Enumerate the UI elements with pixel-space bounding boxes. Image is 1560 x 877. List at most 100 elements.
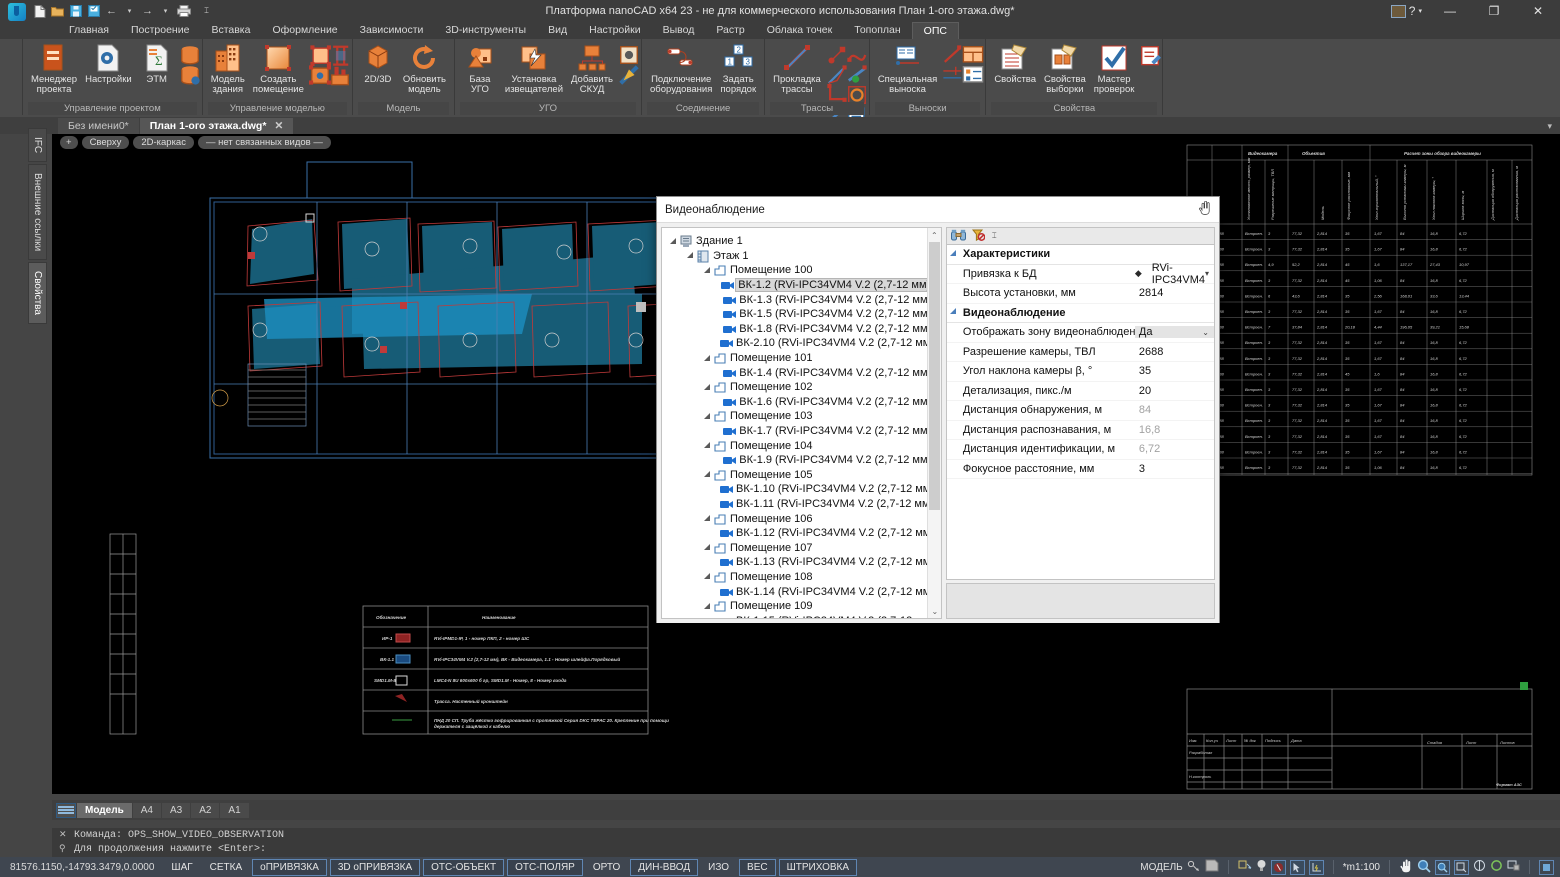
no-filter-icon[interactable] xyxy=(971,229,985,244)
equipment-tree-pane[interactable]: Здание 1Этаж 1Помещение 100ВК-1.2 (RVi-I… xyxy=(661,227,942,619)
room-point-icon[interactable] xyxy=(309,64,326,81)
ribbon-tab-7[interactable]: Настройки xyxy=(578,22,652,39)
tree-expander-icon[interactable] xyxy=(668,238,679,245)
save-as-icon[interactable] xyxy=(86,4,101,19)
tree-item-camera[interactable]: ВК-1.8 (RVi-IPC34VM4 V.2 (2,7-12 мм)) xyxy=(668,322,937,337)
tree-expander-icon[interactable] xyxy=(702,384,713,391)
property-group-expander-icon[interactable] xyxy=(947,308,961,317)
tree-item-camera[interactable]: ВК-1.12 (RVi-IPC34VM4 V.2 (2,7-12 мм)) xyxy=(668,526,937,541)
scroll-down-icon[interactable]: ⌄ xyxy=(928,604,942,618)
tree-item-node[interactable]: Помещение 108 xyxy=(668,570,937,585)
database-icon[interactable] xyxy=(179,44,196,61)
status-toggle-отс-поляр[interactable]: ОТС-ПОЛЯР xyxy=(507,859,583,876)
viewport-view-button[interactable]: Сверху xyxy=(82,136,130,149)
tree-item-camera[interactable]: ВК-1.6 (RVi-IPC34VM4 V.2 (2,7-12 мм)) xyxy=(668,395,937,410)
ribbon-button-create-room[interactable]: Создатьпомещение xyxy=(250,42,307,96)
edit-props-icon[interactable] xyxy=(1139,44,1156,61)
tree-expander-icon[interactable] xyxy=(702,573,713,580)
ribbon-button-special-callout[interactable]: Специальнаявыноска xyxy=(875,42,941,96)
toolbar-more-icon[interactable]: ⌶ xyxy=(992,231,997,241)
ribbon-tab-bar[interactable]: ГлавнаяПостроениеВставкаОформлениеЗависи… xyxy=(0,22,1560,39)
qat-more-icon[interactable]: ⌶ xyxy=(199,4,214,19)
ribbon-button-ugo-base[interactable]: БазаУГО xyxy=(460,42,500,96)
property-row[interactable]: Угол наклона камеры β, °35 xyxy=(947,362,1214,382)
properties-grid[interactable]: ХарактеристикиПривязка к БД◆RVi-IPC34VM4… xyxy=(946,244,1215,580)
database-blue-icon[interactable] xyxy=(179,64,196,81)
dock-tab-внешние-ссылки[interactable]: Внешние ссылки xyxy=(28,164,47,260)
property-value[interactable]: 2688 xyxy=(1135,346,1214,358)
save-icon[interactable] xyxy=(68,4,83,19)
redo-caret-icon[interactable]: ▾ xyxy=(158,4,173,19)
layout-tab-a2[interactable]: A2 xyxy=(191,803,219,818)
tree-expander-icon[interactable] xyxy=(702,267,713,274)
status-toggle-отс-объект[interactable]: ОТС-ОБЪЕКТ xyxy=(423,859,504,876)
layout-tab-a1[interactable]: A1 xyxy=(220,803,248,818)
ribbon-button-equipment-connect[interactable]: Подключениеоборудования xyxy=(647,42,715,96)
column-icon[interactable] xyxy=(329,44,346,61)
command-pin-icon[interactable]: ⚲ xyxy=(59,843,66,854)
tree-expander-icon[interactable] xyxy=(702,603,713,610)
layout-tab-bar[interactable]: МодельA4A3A2A1 xyxy=(52,800,1560,820)
tree-item-camera[interactable]: ВК-1.10 (RVi-IPC34VM4 V.2 (2,7-12 мм)) xyxy=(668,482,937,497)
route-spline-icon[interactable] xyxy=(846,44,863,61)
route-node-icon[interactable] xyxy=(826,44,843,61)
orbit-icon[interactable] xyxy=(1473,859,1486,875)
tree-item-node[interactable]: Этаж 1 xyxy=(668,249,937,264)
ribbon-tab-9[interactable]: Растр xyxy=(705,22,755,39)
ugo-swap-icon[interactable] xyxy=(618,64,635,81)
zoom-extents-icon[interactable] xyxy=(1454,860,1469,875)
status-right-group[interactable]: МОДЕЛЬ *m1:100 xyxy=(1140,859,1560,876)
ribbon-button-route-layout[interactable]: Прокладкатрассы xyxy=(770,42,824,96)
tree-item-camera[interactable]: ВК-1.14 (RVi-IPC34VM4 V.2 (2,7-12 мм)) xyxy=(668,584,937,599)
property-value[interactable]: RVi-IPC34VM4▾ xyxy=(1148,262,1214,286)
scroll-up-icon[interactable]: ⌃ xyxy=(928,228,941,242)
paper-space-icon[interactable] xyxy=(1205,859,1219,875)
tree-item-node[interactable]: Помещение 106 xyxy=(668,511,937,526)
callout-table-icon[interactable] xyxy=(962,44,979,61)
zoom-window-icon[interactable] xyxy=(1435,860,1450,875)
layout-list-icon[interactable] xyxy=(56,803,76,818)
property-value[interactable]: 3 xyxy=(1135,463,1214,475)
tree-expander-icon[interactable] xyxy=(702,515,713,522)
property-row[interactable]: Отображать зону видеонаблюденияДа⌄ xyxy=(947,323,1214,343)
tree-item-node[interactable]: Помещение 109 xyxy=(668,599,937,614)
status-toggle-дин-ввод[interactable]: ДИН-ВВОД xyxy=(630,859,698,876)
minimize-button[interactable]: — xyxy=(1428,0,1472,22)
callout-line-icon[interactable] xyxy=(942,44,959,61)
ribbon-tab-6[interactable]: Вид xyxy=(537,22,578,39)
status-toggle-3d-опривязка[interactable]: 3D оПРИВЯЗКА xyxy=(330,859,420,876)
property-value[interactable]: 35 xyxy=(1135,365,1214,377)
ribbon-button-set-order[interactable]: 213Задатьпорядок xyxy=(717,42,759,96)
ucs-icon[interactable] xyxy=(1309,860,1324,875)
window-controls[interactable]: ? ▾ — ❐ ✕ xyxy=(1391,0,1560,22)
ribbon-tab-0[interactable]: Главная xyxy=(58,22,120,39)
fullscreen-icon[interactable] xyxy=(1539,860,1554,875)
new-file-icon[interactable] xyxy=(32,4,47,19)
ribbon-button-cube-2d3d[interactable]: 2D/3D xyxy=(358,42,398,86)
ribbon-button-refresh-model[interactable]: Обновитьмодель xyxy=(400,42,449,96)
open-folder-icon[interactable] xyxy=(50,4,65,19)
ugo-props-icon[interactable] xyxy=(618,44,635,61)
status-bar[interactable]: 81576.1150,-14793.3479,0.0000 ШАГСЕТКАоП… xyxy=(0,857,1560,877)
ribbon-tab-11[interactable]: Топоплан xyxy=(843,22,911,39)
viewport-visualstyle-button[interactable]: 2D-каркас xyxy=(133,136,194,149)
help-caret-icon[interactable]: ▾ xyxy=(1418,7,1422,15)
tree-item-camera[interactable]: ВК-1.5 (RVi-IPC34VM4 V.2 (2,7-12 мм)) xyxy=(668,307,937,322)
property-value[interactable]: 16,8 xyxy=(1135,424,1214,436)
tree-item-node[interactable]: Помещение 105 xyxy=(668,468,937,483)
tree-expander-icon[interactable] xyxy=(702,471,713,478)
ribbon-button-check-wizard[interactable]: Мастерпроверок xyxy=(1091,42,1138,96)
ribbon-button-add-skud[interactable]: ДобавитьСКУД xyxy=(568,42,616,96)
print-icon[interactable] xyxy=(176,4,191,19)
layout-tab-модель[interactable]: Модель xyxy=(77,803,132,818)
help-group[interactable]: ? ▾ xyxy=(1391,4,1422,18)
tree-item-node[interactable]: Помещение 100 xyxy=(668,263,937,278)
document-tab-close-icon[interactable]: ✕ xyxy=(274,120,283,132)
document-tab-0[interactable]: Без имени0* xyxy=(58,118,139,134)
document-tab-1[interactable]: План 1-ого этажа.dwg*✕ xyxy=(140,118,294,134)
status-toggle-штриховка[interactable]: ШТРИХОВКА xyxy=(779,859,857,876)
command-close-icon[interactable]: ✕ xyxy=(59,829,67,840)
status-toggle-вес[interactable]: ВЕС xyxy=(739,859,776,876)
tree-item-camera[interactable]: ВК-1.7 (RVi-IPC34VM4 V.2 (2,7-12 мм)) xyxy=(668,424,937,439)
viewport-linkedviews-button[interactable]: — нет связанных видов — xyxy=(198,136,331,149)
